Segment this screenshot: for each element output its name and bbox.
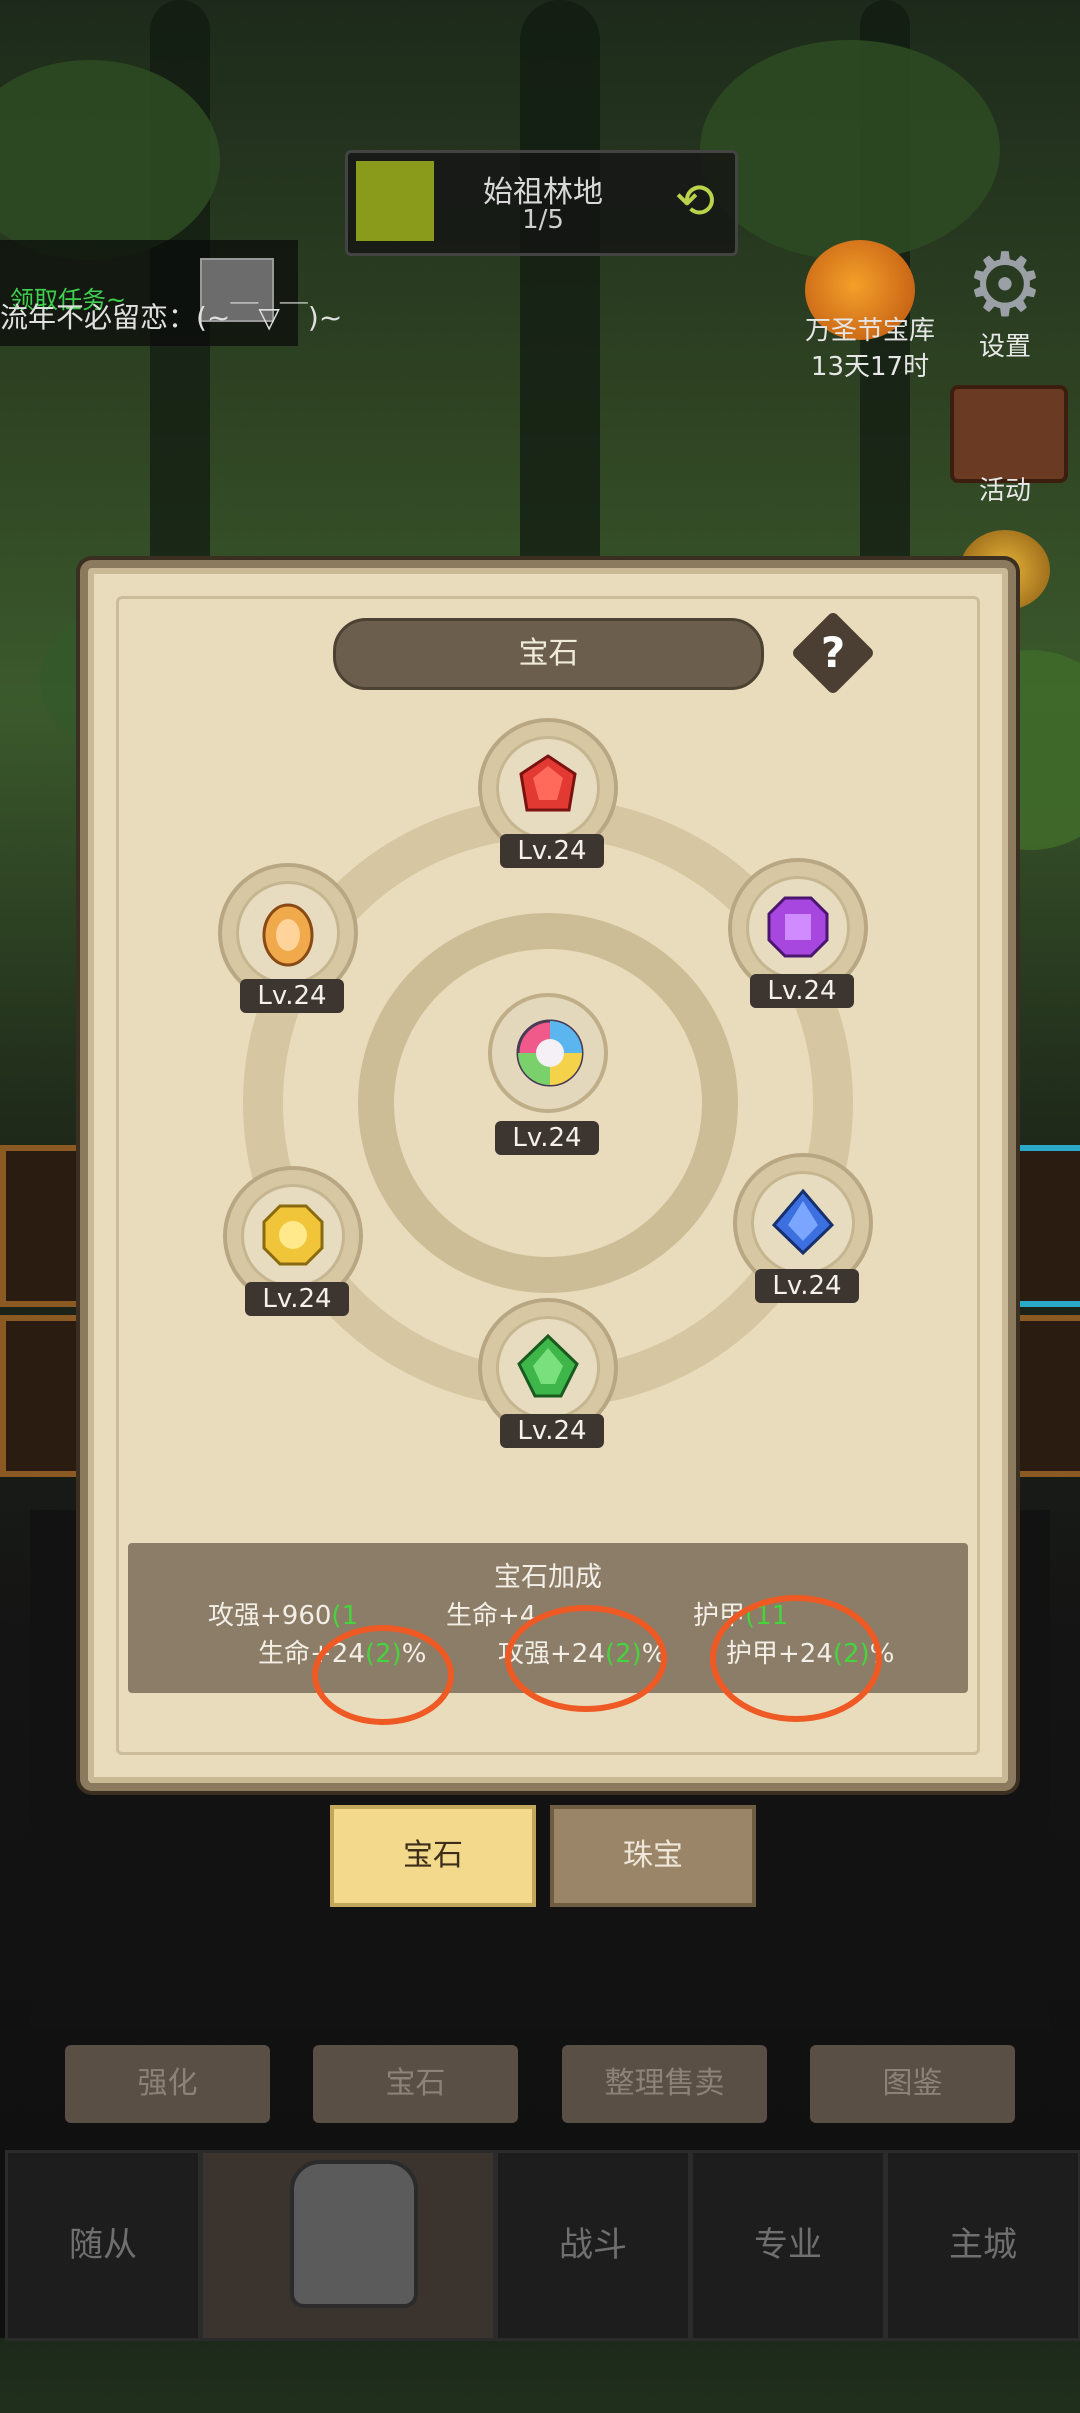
tab-jewel[interactable]: 珠宝: [550, 1805, 756, 1907]
nav-profession[interactable]: 专业: [690, 2150, 886, 2341]
yellow-gem-icon: [262, 1204, 324, 1266]
event-label: 万圣节宝库: [804, 316, 935, 346]
equipment-slot: [1010, 1315, 1080, 1477]
refresh-icon[interactable]: ⟲: [667, 173, 723, 229]
stage-indicator: 始祖林地 1/5 ⟲: [345, 150, 738, 256]
annotation-circle: [710, 1595, 882, 1722]
gem-dialog: 宝石 ? Lv.24 Lv.24 Lv.24 Lv.24 Lv.24 Lv.24…: [80, 560, 1016, 1791]
equipment-slot: [1010, 1145, 1080, 1307]
green-gem-icon: [517, 1333, 579, 1398]
gem-button[interactable]: 宝石: [313, 2045, 518, 2123]
quest-text: 流年不必留恋：(~￣▽￣)~: [0, 301, 343, 334]
gem-slot-yellow[interactable]: Lv.24: [223, 1166, 363, 1316]
gem-slot-blue[interactable]: Lv.24: [733, 1153, 873, 1303]
codex-button[interactable]: 图鉴: [810, 2045, 1015, 2123]
equipment-slot: [0, 1315, 82, 1477]
armor-icon: [290, 2160, 418, 2308]
activity-label[interactable]: 活动: [950, 470, 1060, 507]
event-timer: 13天17时: [810, 352, 930, 382]
annotation-circle: [505, 1605, 667, 1712]
tab-gem[interactable]: 宝石: [330, 1805, 536, 1907]
foliage: [700, 40, 1000, 260]
gem-slot-green[interactable]: Lv.24: [478, 1298, 618, 1448]
gem-level: Lv.24: [495, 1121, 599, 1155]
gem-level: Lv.24: [750, 974, 854, 1008]
gem-slot-rainbow[interactable]: [488, 993, 608, 1113]
gem-slot-orange[interactable]: Lv.24: [218, 863, 358, 1013]
gem-level: Lv.24: [245, 1282, 349, 1316]
rainbow-gem-icon: [516, 1019, 584, 1087]
bonus-title: 宝石加成: [494, 1562, 602, 1593]
help-icon[interactable]: ?: [803, 623, 863, 683]
gem-level: Lv.24: [240, 979, 344, 1013]
nav-battle[interactable]: 战斗: [495, 2150, 691, 2341]
red-gem-icon: [519, 754, 577, 812]
nav-main-city[interactable]: 主城: [885, 2150, 1080, 2341]
bonus-attack-extra: (1: [331, 1601, 359, 1631]
enhance-button[interactable]: 强化: [65, 2045, 270, 2123]
sort-sell-button[interactable]: 整理售卖: [562, 2045, 767, 2123]
gear-icon[interactable]: ⚙: [955, 240, 1055, 330]
annotation-circle: [312, 1625, 454, 1725]
equipment-slot: [0, 1145, 82, 1307]
settings-label[interactable]: 设置: [950, 326, 1060, 363]
gem-slot-purple[interactable]: Lv.24: [728, 858, 868, 1008]
gem-level: Lv.24: [500, 1414, 604, 1448]
activity-icon[interactable]: [950, 385, 1068, 483]
purple-gem-icon: [767, 896, 829, 958]
dialog-title-banner: 宝石: [333, 618, 764, 690]
bonus-attack: 攻强+960(1: [208, 1595, 358, 1632]
gem-level: Lv.24: [755, 1269, 859, 1303]
nav-followers[interactable]: 随从: [5, 2150, 201, 2341]
stage-progress: 1/5: [522, 205, 564, 235]
stage-thumbnail: [356, 161, 434, 241]
blue-gem-icon: [771, 1188, 835, 1256]
bonus-attack-value: 攻强+960: [208, 1601, 332, 1631]
orange-gem-icon: [262, 903, 314, 967]
gem-slot-red[interactable]: Lv.24: [478, 718, 618, 868]
gem-level: Lv.24: [500, 834, 604, 868]
dialog-title: 宝石: [518, 636, 579, 671]
